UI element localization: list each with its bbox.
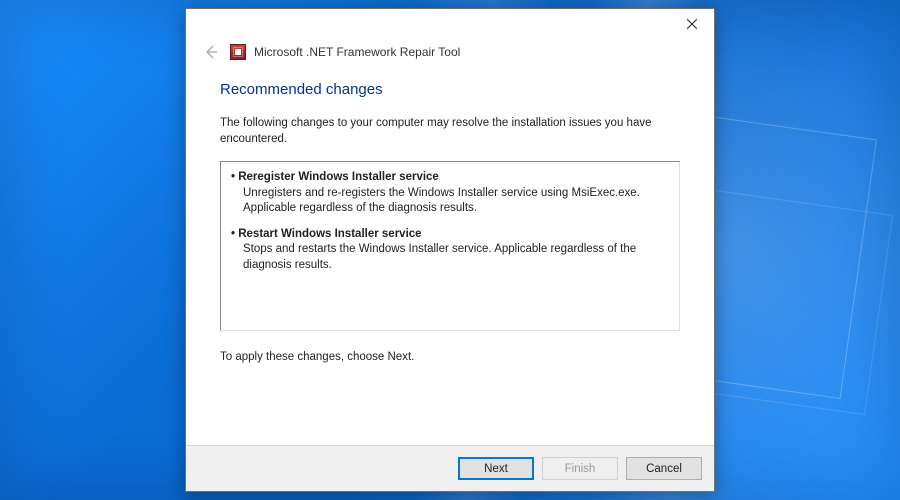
- back-button: [200, 41, 222, 63]
- close-icon: [687, 19, 697, 29]
- apply-note: To apply these changes, choose Next.: [220, 351, 680, 363]
- change-desc: Unregisters and re-registers the Windows…: [231, 186, 669, 217]
- page-heading: Recommended changes: [220, 81, 680, 98]
- cancel-button[interactable]: Cancel: [626, 457, 702, 480]
- next-button[interactable]: Next: [458, 457, 534, 480]
- list-item: Reregister Windows Installer service Unr…: [231, 170, 669, 217]
- back-arrow-icon: [203, 44, 219, 60]
- change-title: Reregister Windows Installer service: [231, 170, 669, 186]
- page-intro: The following changes to your computer m…: [220, 116, 680, 147]
- change-title: Restart Windows Installer service: [231, 227, 669, 243]
- wizard-content: Recommended changes The following change…: [186, 63, 714, 445]
- change-desc: Stops and restarts the Windows Installer…: [231, 242, 669, 273]
- list-item: Restart Windows Installer service Stops …: [231, 227, 669, 274]
- repair-tool-window: Microsoft .NET Framework Repair Tool Rec…: [185, 8, 715, 492]
- window-title: Microsoft .NET Framework Repair Tool: [254, 45, 460, 59]
- wizard-footer: Next Finish Cancel: [186, 445, 714, 491]
- finish-button: Finish: [542, 457, 618, 480]
- changes-listbox[interactable]: Reregister Windows Installer service Unr…: [220, 161, 680, 331]
- wizard-header: Microsoft .NET Framework Repair Tool: [186, 35, 714, 63]
- app-icon: [230, 44, 246, 60]
